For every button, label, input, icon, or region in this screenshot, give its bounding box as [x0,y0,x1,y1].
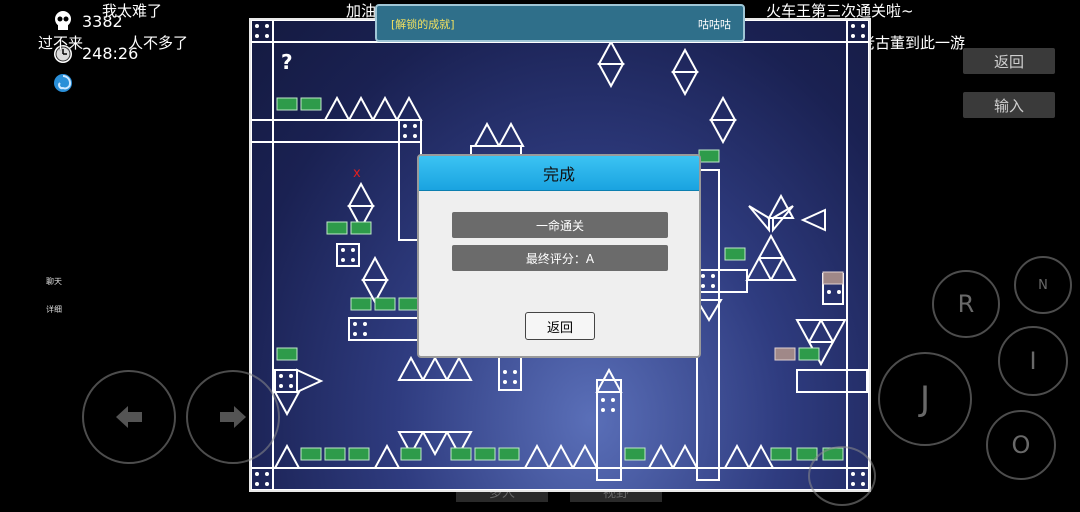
dialog-title: 完成 [419,156,699,191]
detail-label[interactable]: 详细 [46,304,62,315]
question-mark: ? [281,50,293,74]
jump-button[interactable]: J [878,352,972,446]
extra-button[interactable] [808,446,876,506]
achievement-banner: [解锁的成就] 咕咕咕 [375,4,745,42]
arrow-right-icon [220,406,246,428]
achievement-name: 咕咕咕 [698,18,731,31]
completion-dialog: 完成 一命通关 最终评分：A 返回 [417,154,701,358]
arrow-left-icon [116,406,142,428]
skull-icon [55,11,71,30]
danmaku-comment: 老古董到此一游 [860,34,966,52]
back-side-button[interactable]: 返回 [963,48,1055,74]
i-button[interactable]: I [998,326,1068,396]
death-marker: x [353,166,361,181]
n-button[interactable]: N [1014,256,1072,314]
input-side-button[interactable]: 输入 [963,92,1055,118]
swirl-indicator [52,72,74,94]
danmaku-comment: 过不来 [38,34,84,52]
achievement-title: [解锁的成就] [391,18,455,31]
danmaku-comment: 人不多了 [128,34,189,52]
dialog-back-button[interactable]: 返回 [525,312,595,340]
move-left-button[interactable] [82,370,176,464]
one-life-clear-label: 一命通关 [452,212,668,238]
move-right-button[interactable] [186,370,280,464]
r-button[interactable]: R [932,270,1000,338]
final-score-label: 最终评分：A [452,245,668,271]
o-button[interactable]: O [986,410,1056,480]
chat-label[interactable]: 聊天 [46,276,62,287]
swirl-icon [54,74,72,92]
danmaku-comment: 我太难了 [102,2,163,20]
